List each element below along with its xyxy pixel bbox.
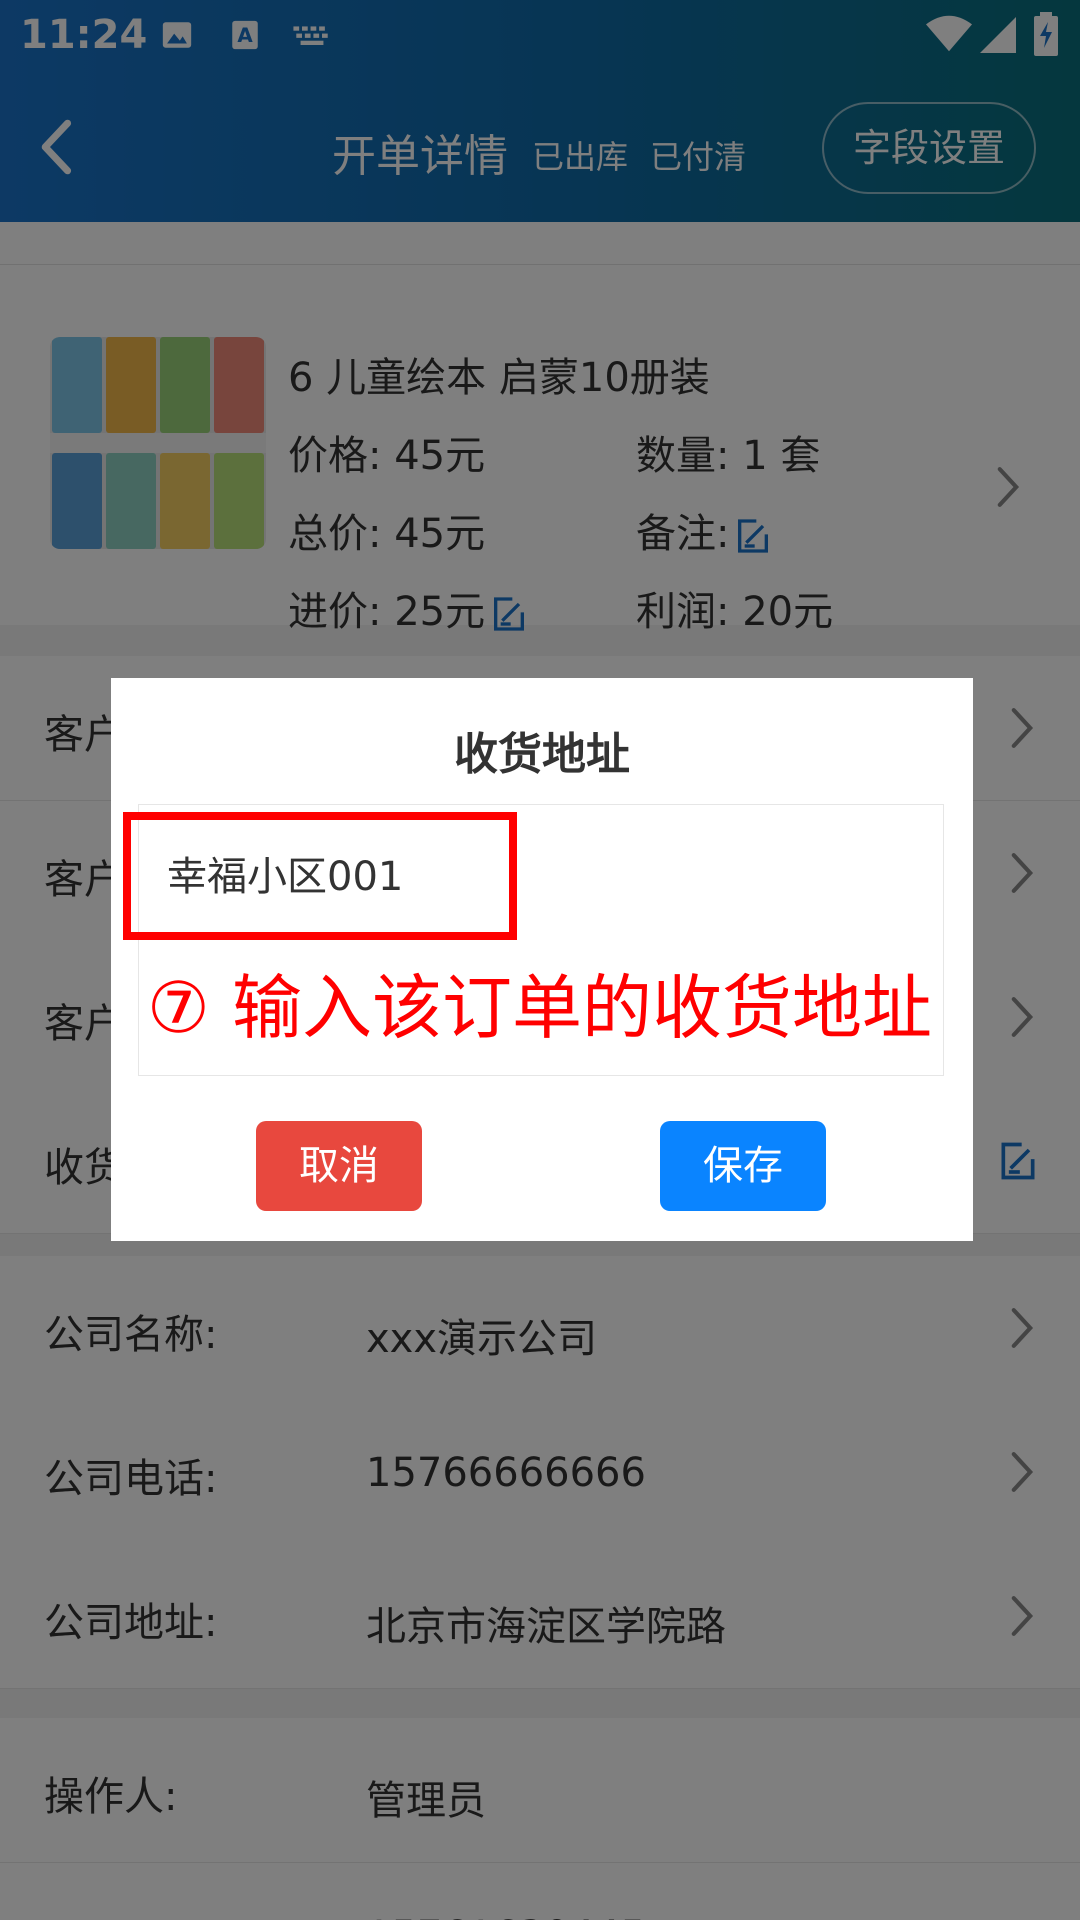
tutorial-annotation: ⑦ 输入该订单的收货地址 <box>147 967 933 1049</box>
cancel-button[interactable]: 取消 <box>256 1121 422 1211</box>
save-button[interactable]: 保存 <box>660 1121 826 1211</box>
dialog-title: 收货地址 <box>454 729 630 780</box>
shipping-address-dialog: 收货地址 幸福小区001 ⑦ 输入该订单的收货地址 取消 保存 <box>111 678 973 1241</box>
highlight-box <box>123 812 517 940</box>
